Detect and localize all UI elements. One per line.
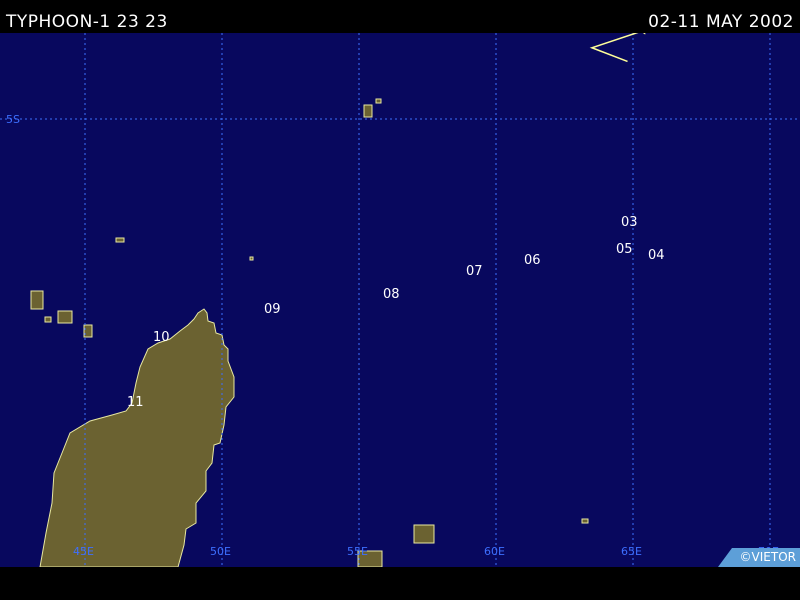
copyright-badge: ©VIETOR	[718, 548, 800, 567]
day-label-06: 06	[524, 253, 541, 268]
day-label-05: 05	[616, 242, 633, 257]
map-canvas: 5S10S15S20S 45E50E55E60E65E70E 030405060…	[0, 33, 800, 567]
lat-label: 5S	[6, 113, 20, 126]
date-range: 02-11 MAY 2002	[648, 12, 794, 32]
storm-title: TYPHOON-1 23 23	[6, 12, 168, 32]
day-label-11: 11	[127, 395, 144, 410]
lon-label: 45E	[73, 545, 94, 558]
lon-label: 65E	[621, 545, 642, 558]
day-label-07: 07	[466, 264, 483, 279]
day-label-09: 09	[264, 302, 281, 317]
track-map: 5S10S15S20S 45E50E55E60E65E70E 030405060…	[0, 33, 800, 567]
day-label-04: 04	[648, 248, 665, 263]
lon-label: 55E	[347, 545, 368, 558]
lon-label: 50E	[210, 545, 231, 558]
day-label-03: 03	[621, 215, 638, 230]
day-label-08: 08	[383, 287, 400, 302]
day-label-10: 10	[153, 330, 170, 345]
lon-label: 60E	[484, 545, 505, 558]
